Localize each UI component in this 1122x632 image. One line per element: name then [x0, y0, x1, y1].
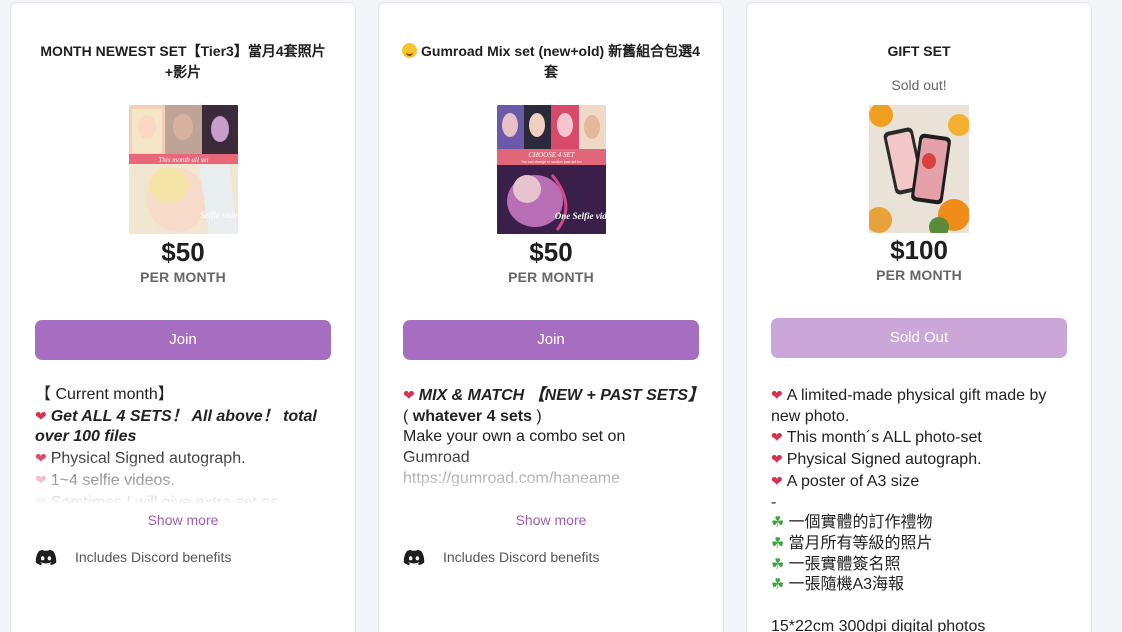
tier-period: PER MONTH [140, 269, 226, 285]
tier-thumbnail-image [869, 105, 969, 233]
join-button[interactable]: Join [35, 320, 331, 360]
desc-line: ☘ 當月所有等級的照片 [771, 534, 933, 552]
tier-thumbnail-image: CHOOSE 4 SET You can change to random pa… [497, 105, 606, 234]
tier-title: GIFT SET [887, 43, 951, 59]
discord-icon [403, 549, 425, 565]
sold-out-button[interactable]: Sold Out [771, 318, 1067, 358]
tier-card-month-newest: MONTH NEWEST SET【Tier3】當月4套照片+影片 This mo… [10, 2, 356, 632]
discord-icon [35, 549, 57, 565]
thumbnail-caption: CHOOSE 4 SET [528, 151, 575, 159]
discord-benefits-label: Includes Discord benefits [443, 549, 600, 565]
tier-title: MONTH NEWEST SET【Tier3】當月4套照片+影片 [40, 43, 326, 80]
smile-emoji-icon [402, 43, 418, 58]
tier-thumbnail: CHOOSE 4 SET You can change to random pa… [497, 105, 606, 234]
desc-line: 【 Current month】 [35, 386, 174, 403]
tier-period: PER MONTH [508, 269, 594, 285]
desc-line [771, 596, 1073, 617]
tier-price: $100 [890, 235, 948, 265]
heart-icon: ❤ [771, 429, 783, 446]
desc-line: ❤ MIX & MATCH 【NEW + PAST SETS】 [403, 387, 704, 404]
tier-description: 【 Current month】 ❤ Get ALL 4 SETS！ All ab… [35, 385, 337, 503]
tier-thumbnail [869, 105, 969, 233]
thumbnail-overlay: One Selfie video [555, 211, 606, 221]
desc-line: ❤ Physical Signed autograph. [35, 450, 246, 468]
thumbnail-caption: This month all set [159, 156, 210, 164]
tier-card-gumroad-mix: Gumroad Mix set (new+old) 新舊組合包選4套 CHOOS… [378, 2, 724, 632]
heart-icon: ❤ [771, 451, 783, 468]
discord-benefits-label: Includes Discord benefits [75, 549, 232, 565]
tier-description: ❤ MIX & MATCH 【NEW + PAST SETS】 ( whateve… [403, 385, 705, 503]
heart-icon: ❤ [771, 472, 783, 489]
heart-icon: ❤ [403, 387, 415, 403]
desc-line: Make your own a combo set on [403, 428, 626, 446]
desc-line: ❤ A poster of A3 size [771, 472, 920, 490]
show-more-link[interactable]: Show more [379, 512, 723, 528]
discord-benefits: Includes Discord benefits [35, 549, 231, 565]
desc-line: ☘ 一張實體簽名照 [771, 555, 901, 573]
tier-period: PER MONTH [876, 267, 962, 283]
tier-title: Gumroad Mix set (new+old) 新舊組合包選4套 [401, 41, 701, 83]
thumbnail-overlay: Selfie video [200, 210, 238, 220]
thumbnail-subcaption: You can change to random past set too [521, 160, 582, 164]
clover-icon: ☘ [771, 555, 785, 573]
tier-description: ❤ A limited-made physical gift made by ne… [771, 385, 1073, 632]
desc-line: ❤ A limited-made physical gift made by ne… [771, 387, 1047, 425]
heart-icon: ❤ [35, 471, 47, 488]
clover-icon: ☘ [771, 514, 785, 532]
desc-line: ❤ 1~4 selfie videos. [35, 471, 175, 489]
desc-line: ☘ 一個實體的訂作禮物 [771, 514, 933, 532]
heart-icon: ❤ [35, 407, 47, 424]
join-button[interactable]: Join [403, 320, 699, 360]
desc-line: ☘ 一張隨機A3海報 [771, 576, 905, 594]
tier-card-gift-set: GIFT SET Sold out! $100 PER MONTH Sold O… [746, 2, 1092, 632]
clover-icon: ☘ [771, 576, 785, 594]
desc-line: ❤ Somtimes I will give extra set as [35, 492, 337, 503]
gumroad-link[interactable]: https://gumroad.com/haneame [403, 469, 705, 490]
clover-icon: ☘ [771, 534, 785, 552]
desc-line: ( whatever 4 sets ) [403, 407, 542, 425]
desc-line: 15*22cm 300dpi digital photos [771, 617, 986, 632]
desc-line: Gumroad [403, 449, 470, 467]
heart-icon: ❤ [35, 450, 47, 467]
heart-icon: ❤ [771, 387, 783, 403]
tier-thumbnail: This month all set Selfie video [129, 105, 238, 234]
desc-line: ❤ Physical Signed autograph. [771, 451, 982, 469]
sold-out-note: Sold out! [891, 77, 947, 93]
desc-line: ❤ This month´s ALL photo-set [771, 429, 982, 447]
show-more-link[interactable]: Show more [11, 512, 355, 528]
discord-benefits: Includes Discord benefits [403, 549, 599, 565]
heart-icon: ❤ [35, 493, 47, 503]
tier-price: $50 [161, 237, 205, 267]
desc-line: - [771, 493, 777, 511]
tier-price: $50 [529, 237, 573, 267]
tier-thumbnail-image: This month all set Selfie video [129, 105, 238, 234]
desc-line: ❤ Get ALL 4 SETS！ All above！ total over 1… [35, 407, 317, 446]
